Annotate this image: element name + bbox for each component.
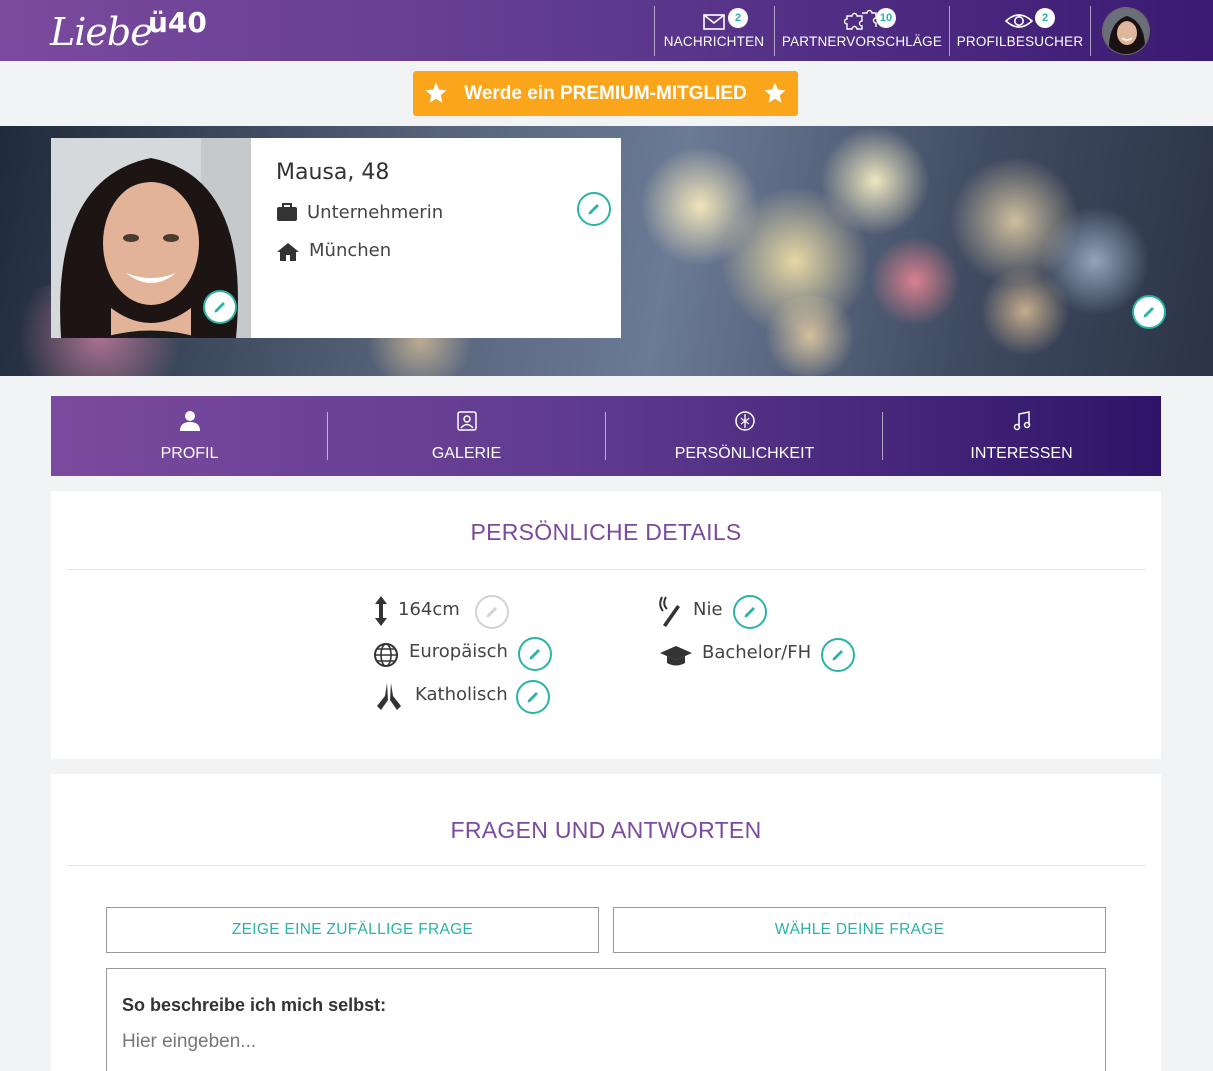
gallery-icon — [457, 411, 477, 431]
logo-suffix: ü40 — [148, 6, 207, 39]
top-header: Liebe ü40 2 NACHRICHTEN 10 PARTNERVORSCH… — [0, 0, 1213, 61]
detail-smoking-value: Nie — [693, 599, 723, 620]
pencil-icon — [832, 650, 843, 661]
pencil-icon — [744, 607, 755, 618]
pencil-icon — [527, 692, 538, 703]
nav-partner-suggestions-label: PARTNERVORSCHLÄGE — [781, 34, 943, 49]
random-question-button[interactable]: ZEIGE EINE ZUFÄLLIGE FRAGE — [106, 907, 599, 953]
nav-profile-visitors-label: PROFILBESUCHER — [956, 34, 1084, 49]
music-icon — [1013, 411, 1031, 431]
personality-icon — [735, 411, 755, 431]
divider — [66, 865, 1146, 866]
premium-label: Werde ein PREMIUM-MITGLIED — [464, 83, 747, 104]
city-text: München — [309, 240, 392, 261]
nav-divider — [654, 6, 655, 56]
star-icon — [764, 82, 786, 103]
height-arrows-icon — [375, 596, 387, 626]
tab-galerie[interactable]: GALERIE — [328, 396, 605, 476]
bokeh-light — [760, 296, 860, 376]
edit-info-button[interactable] — [577, 192, 611, 226]
edit-ethnicity-button[interactable] — [518, 637, 552, 671]
detail-education-value: Bachelor/FH — [702, 642, 812, 663]
pencil-icon — [486, 607, 497, 618]
partner-suggestions-badge: 10 — [876, 8, 896, 28]
profile-visitors-badge: 2 — [1035, 8, 1055, 28]
nav-divider — [1090, 6, 1091, 56]
edit-photo-button[interactable] — [203, 290, 237, 324]
user-icon — [180, 411, 200, 431]
tab-profil-label: PROFIL — [160, 445, 219, 462]
edit-religion-button[interactable] — [516, 680, 550, 714]
tab-persoenlichkeit-label: PERSÖNLICHKEIT — [674, 445, 815, 462]
edit-smoking-button[interactable] — [733, 595, 767, 629]
detail-height-value: 164cm — [398, 599, 460, 620]
praying-hands-icon — [377, 683, 401, 710]
edit-education-button[interactable] — [821, 638, 855, 672]
eye-icon — [1005, 14, 1033, 28]
profile-info-card: Mausa, 48 Unternehmerin München — [251, 138, 621, 338]
nav-messages[interactable]: 2 NACHRICHTEN — [660, 7, 768, 55]
bokeh-light — [980, 266, 1070, 356]
profile-photo[interactable] — [51, 138, 251, 338]
qa-title: FRAGEN UND ANTWORTEN — [450, 817, 762, 843]
pencil-icon — [529, 649, 540, 660]
user-avatar[interactable] — [1102, 7, 1150, 55]
qa-card: FRAGEN UND ANTWORTEN ZEIGE EINE ZUFÄLLIG… — [51, 774, 1161, 1071]
occupation-text: Unternehmerin — [307, 202, 444, 223]
divider — [66, 569, 1146, 570]
details-title: PERSÖNLICHE DETAILS — [470, 519, 742, 545]
detail-ethnicity-value: Europäisch — [409, 641, 508, 662]
messages-badge: 2 — [728, 8, 748, 28]
nav-messages-label: NACHRICHTEN — [663, 34, 765, 49]
globe-icon — [374, 643, 398, 667]
home-icon — [277, 243, 299, 261]
nav-profile-visitors[interactable]: 2 PROFILBESUCHER — [955, 7, 1085, 55]
avatar-portrait — [1103, 8, 1149, 54]
profile-name: Mausa, 48 — [276, 160, 390, 185]
nav-divider — [949, 6, 950, 56]
envelope-icon — [703, 14, 725, 30]
puzzle-icon — [844, 9, 877, 30]
nav-divider — [774, 6, 775, 56]
details-card: PERSÖNLICHE DETAILS 164cm Europäisch Kat… — [51, 491, 1161, 759]
answer-input[interactable] — [122, 1029, 1022, 1055]
tab-profil[interactable]: PROFIL — [51, 396, 328, 476]
edit-cover-button[interactable] — [1132, 295, 1166, 329]
premium-button[interactable]: Werde ein PREMIUM-MITGLIED — [413, 71, 798, 116]
pencil-icon — [1143, 307, 1154, 318]
tab-galerie-label: GALERIE — [431, 445, 502, 462]
briefcase-icon — [277, 203, 297, 221]
nav-partner-suggestions[interactable]: 10 PARTNERVORSCHLÄGE — [780, 7, 944, 55]
tab-interessen[interactable]: INTERESSEN — [883, 396, 1160, 476]
question-label: So beschreibe ich mich selbst: — [122, 995, 387, 1015]
logo-script: Liebe — [50, 10, 153, 54]
bokeh-light — [870, 236, 960, 326]
edit-height-button[interactable] — [475, 595, 509, 629]
tab-interessen-label: INTERESSEN — [970, 445, 1073, 462]
tab-persoenlichkeit[interactable]: PERSÖNLICHKEIT — [606, 396, 883, 476]
smoking-icon — [659, 596, 680, 627]
graduation-cap-icon — [660, 646, 692, 666]
pencil-icon — [214, 302, 225, 313]
choose-question-button[interactable]: WÄHLE DEINE FRAGE — [613, 907, 1106, 953]
detail-religion-value: Katholisch — [415, 684, 508, 705]
answer-box: So beschreibe ich mich selbst: — [106, 968, 1106, 1071]
pencil-icon — [588, 204, 599, 215]
bokeh-light — [820, 126, 930, 236]
profile-tabs: PROFIL GALERIE PERSÖNLICHKEIT INTERESSEN — [51, 396, 1161, 476]
